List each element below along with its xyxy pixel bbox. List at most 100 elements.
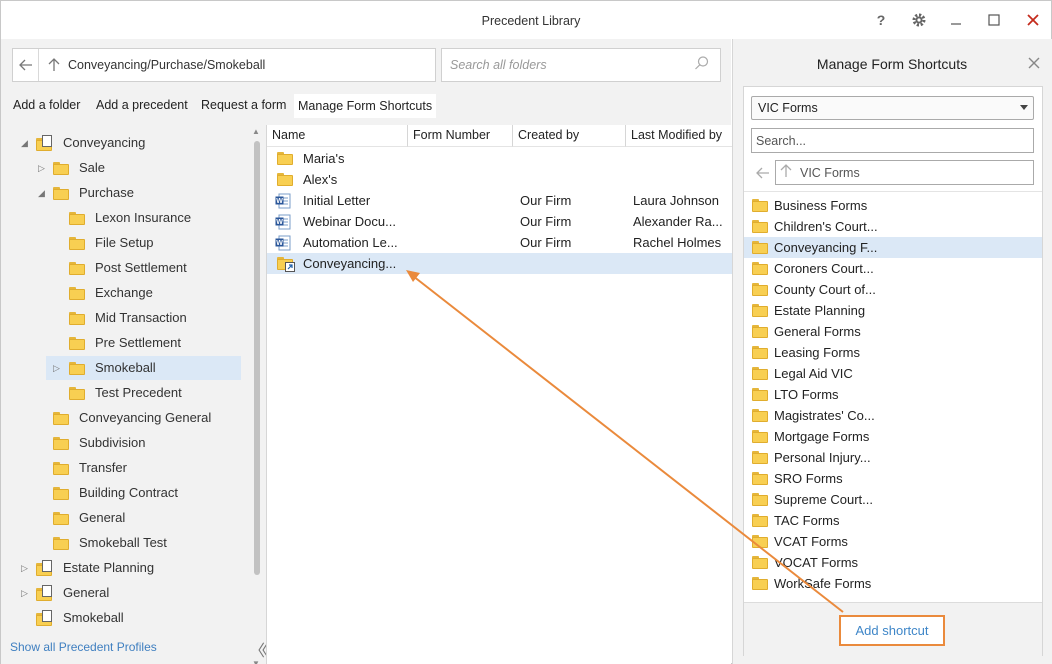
- close-panel-icon[interactable]: [1028, 53, 1040, 74]
- folder-icon: [752, 262, 768, 275]
- folder-icon: [69, 312, 85, 325]
- shortcut-folder-item[interactable]: VOCAT Forms: [744, 552, 1042, 573]
- file-created-by: Our Firm: [520, 193, 572, 208]
- tree-expand-icon[interactable]: ▷: [21, 588, 28, 599]
- tree-item[interactable]: Transfer: [1, 457, 251, 481]
- add-precedent-button[interactable]: Add a precedent: [96, 98, 188, 112]
- close-icon[interactable]: [1020, 9, 1046, 31]
- shortcut-folder-item[interactable]: LTO Forms: [744, 384, 1042, 405]
- tree-item[interactable]: ▷ Smokeball: [1, 357, 251, 381]
- show-all-precedent-profiles-link[interactable]: Show all Precedent Profiles: [10, 640, 157, 654]
- up-arrow-icon[interactable]: [44, 49, 64, 81]
- tree-collapse-icon[interactable]: ◢: [38, 188, 45, 199]
- tree-item[interactable]: Subdivision: [1, 432, 251, 456]
- tree-item[interactable]: General: [1, 507, 251, 531]
- shortcut-folder-label: General Forms: [774, 324, 861, 339]
- shortcut-folder-item[interactable]: WorkSafe Forms: [744, 573, 1042, 594]
- folder-icon: [752, 514, 768, 527]
- tree-item[interactable]: Smokeball Test: [1, 532, 251, 556]
- column-header-last-modified-by[interactable]: Last Modified by: [626, 125, 732, 147]
- folder-icon: [752, 367, 768, 380]
- shortcut-folder-item[interactable]: Leasing Forms: [744, 342, 1042, 363]
- folder-icon: [69, 262, 85, 275]
- shortcut-folder-item[interactable]: Legal Aid VIC: [744, 363, 1042, 384]
- scroll-up-icon[interactable]: ▲: [252, 127, 260, 136]
- word-document-icon: W: [275, 214, 291, 230]
- file-row[interactable]: Maria's: [267, 148, 732, 169]
- add-folder-button[interactable]: Add a folder: [13, 98, 80, 112]
- add-shortcut-button[interactable]: Add shortcut: [839, 615, 945, 646]
- search-all-folders-input[interactable]: Search all folders: [441, 48, 721, 82]
- tree-item[interactable]: ▷ Sale: [1, 157, 251, 181]
- file-row[interactable]: Alex's: [267, 169, 732, 190]
- shortcut-folder-item[interactable]: County Court of...: [744, 279, 1042, 300]
- tree-item[interactable]: Pre Settlement: [1, 332, 251, 356]
- shortcut-search-input[interactable]: Search...: [751, 128, 1034, 153]
- shortcut-folder-item[interactable]: Magistrates' Co...: [744, 405, 1042, 426]
- folder-icon: [53, 487, 69, 500]
- tree-item[interactable]: Exchange: [1, 282, 251, 306]
- back-arrow-icon[interactable]: [13, 49, 39, 81]
- folder-icon: [752, 472, 768, 485]
- shortcut-folder-list: Business Forms Children's Court... Conveya…: [744, 191, 1042, 599]
- tree-scrollbar[interactable]: [254, 141, 260, 575]
- tree-item[interactable]: Smokeball: [1, 607, 251, 631]
- file-row[interactable]: W Automation Le... Our Firm Rachel Holmes: [267, 232, 732, 253]
- help-icon[interactable]: ?: [868, 9, 894, 31]
- tree-collapse-icon[interactable]: ◢: [21, 138, 28, 149]
- file-row[interactable]: W Webinar Docu... Our Firm Alexander Ra...: [267, 211, 732, 232]
- shortcut-folder-item[interactable]: General Forms: [744, 321, 1042, 342]
- panel-title: Manage Form Shortcuts: [816, 56, 968, 72]
- back-arrow-icon[interactable]: [751, 160, 775, 185]
- svg-text:W: W: [276, 198, 283, 205]
- shortcut-folder-item[interactable]: Mortgage Forms: [744, 426, 1042, 447]
- tree-expand-icon[interactable]: ▷: [38, 163, 45, 174]
- shortcut-folder-item[interactable]: Personal Injury...: [744, 447, 1042, 468]
- shortcut-folder-item[interactable]: SRO Forms: [744, 468, 1042, 489]
- file-row[interactable]: W Initial Letter Our Firm Laura Johnson: [267, 190, 732, 211]
- tree-item[interactable]: ▷ General: [1, 582, 251, 606]
- minimize-icon[interactable]: [943, 9, 969, 31]
- tree-item[interactable]: ◢ Purchase: [1, 182, 251, 206]
- file-name: Maria's: [303, 151, 345, 166]
- gear-icon[interactable]: [906, 9, 932, 31]
- up-arrow-icon[interactable]: [780, 164, 792, 181]
- shortcut-folder-item[interactable]: Coroners Court...: [744, 258, 1042, 279]
- tree-item[interactable]: Post Settlement: [1, 257, 251, 281]
- tree-expand-icon[interactable]: ▷: [53, 363, 60, 374]
- tree-item-label: Lexon Insurance: [95, 210, 192, 225]
- shortcut-folder-item[interactable]: Conveyancing F...: [744, 237, 1042, 258]
- folder-icon: [752, 241, 768, 254]
- tree-item[interactable]: ◢ Conveyancing: [1, 132, 251, 156]
- column-header-form-number[interactable]: Form Number: [408, 125, 513, 147]
- tree-item-label: Test Precedent: [95, 385, 182, 400]
- search-icon[interactable]: [694, 55, 712, 73]
- tree-item-label: Transfer: [79, 460, 127, 475]
- column-header-created-by[interactable]: Created by: [513, 125, 626, 147]
- shortcut-folder-item[interactable]: VCAT Forms: [744, 531, 1042, 552]
- tree-item[interactable]: ▷ Estate Planning: [1, 557, 251, 581]
- shortcut-folder-item[interactable]: TAC Forms: [744, 510, 1042, 531]
- folder-icon: [752, 325, 768, 338]
- tree-item[interactable]: Lexon Insurance: [1, 207, 251, 231]
- shortcut-folder-label: Mortgage Forms: [774, 429, 870, 444]
- shortcut-folder-item[interactable]: Supreme Court...: [744, 489, 1042, 510]
- shortcut-folder-label: Business Forms: [774, 198, 868, 213]
- request-form-button[interactable]: Request a form: [201, 98, 286, 112]
- folder-tree: ◢ Conveyancing ▷ Sale ◢ Purchase Lexon Insuran…: [1, 125, 265, 664]
- maximize-icon[interactable]: [981, 9, 1007, 31]
- tree-item[interactable]: Conveyancing General: [1, 407, 251, 431]
- manage-form-shortcuts-button[interactable]: Manage Form Shortcuts: [294, 94, 437, 118]
- tree-expand-icon[interactable]: ▷: [21, 563, 28, 574]
- shortcut-folder-item[interactable]: Business Forms: [744, 195, 1042, 216]
- tree-item[interactable]: Mid Transaction: [1, 307, 251, 331]
- shortcut-folder-item[interactable]: Estate Planning: [744, 300, 1042, 321]
- tree-item[interactable]: Building Contract: [1, 482, 251, 506]
- form-library-dropdown[interactable]: VIC Forms: [751, 96, 1034, 120]
- collapse-panel-icon[interactable]: 〈〈: [249, 637, 269, 661]
- file-row[interactable]: Conveyancing...: [267, 253, 732, 274]
- column-header-name[interactable]: Name: [267, 125, 408, 147]
- tree-item[interactable]: File Setup: [1, 232, 251, 256]
- tree-item[interactable]: Test Precedent: [1, 382, 251, 406]
- shortcut-folder-item[interactable]: Children's Court...: [744, 216, 1042, 237]
